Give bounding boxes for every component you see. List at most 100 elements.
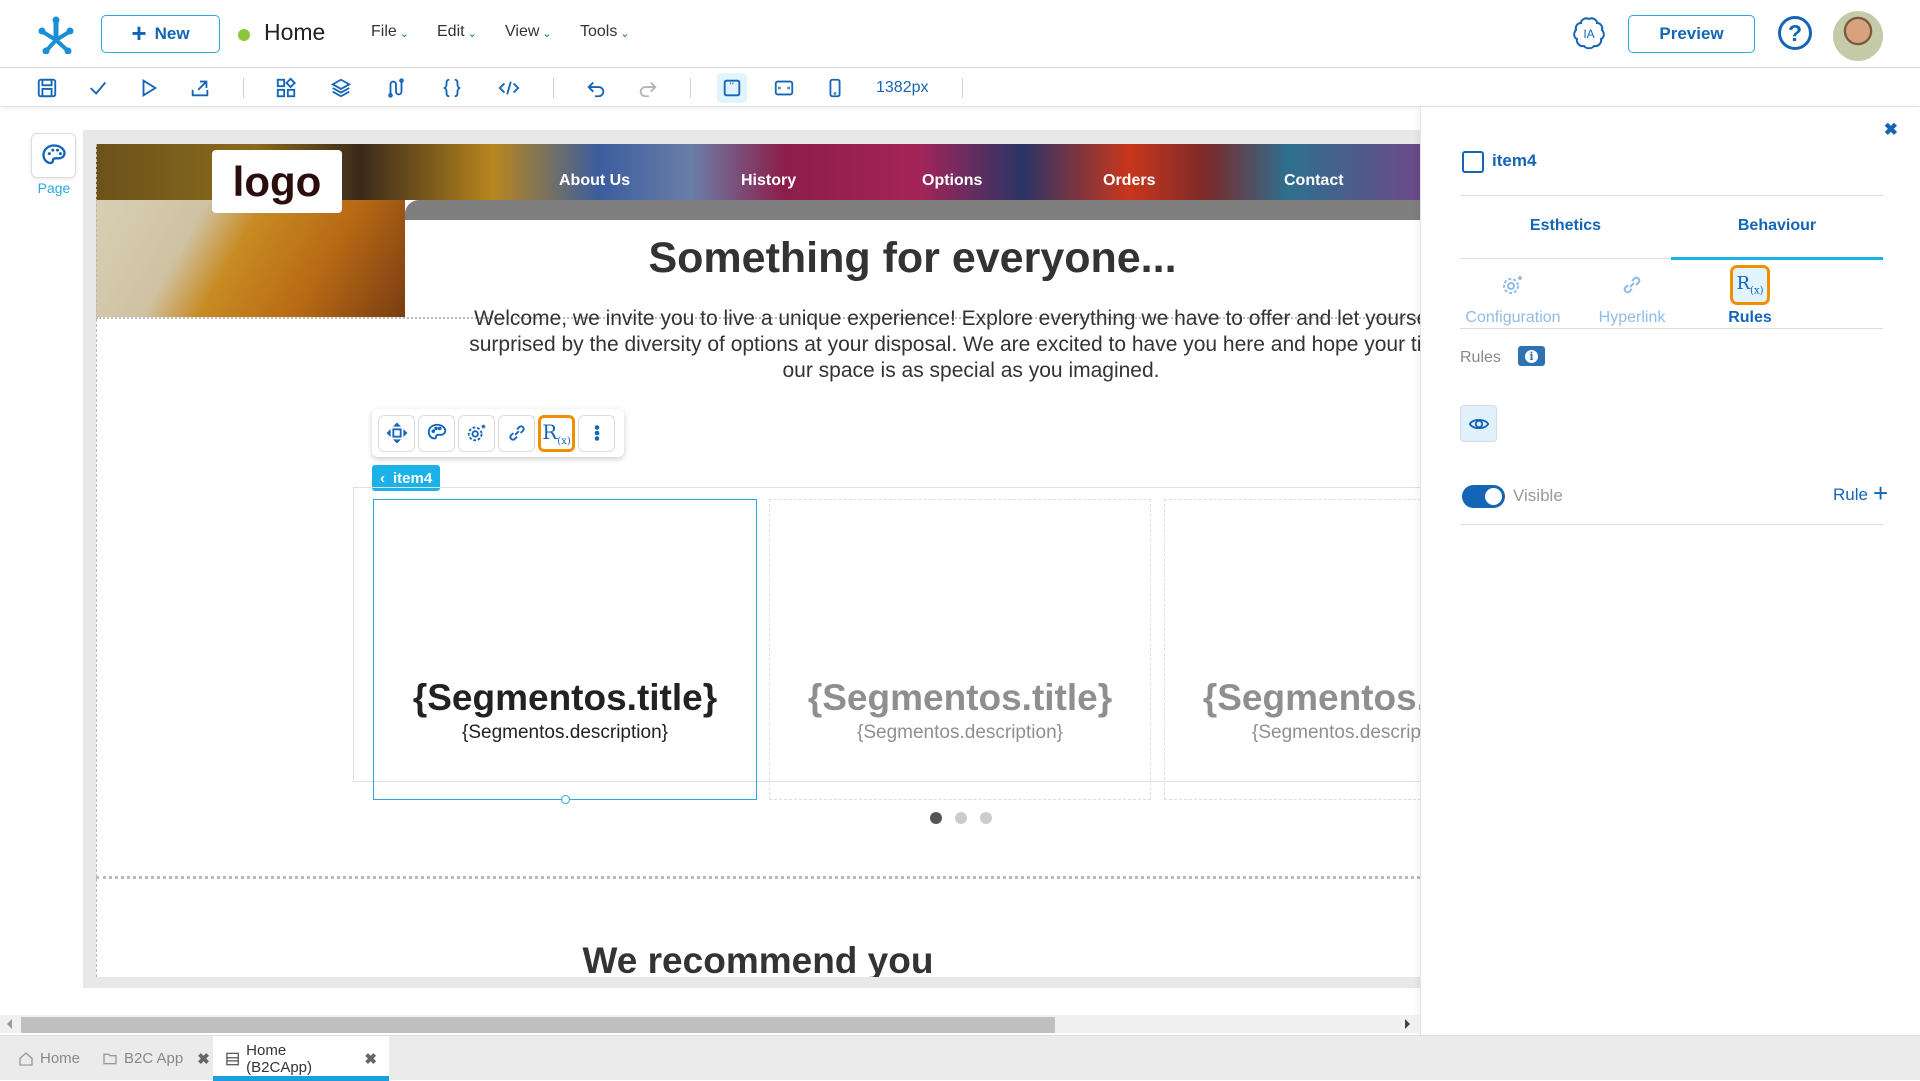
menu-edit[interactable]: Edit ⌄ bbox=[437, 23, 477, 41]
status-indicator bbox=[238, 29, 250, 41]
settings-icon[interactable] bbox=[458, 414, 495, 452]
visibility-rule-button[interactable] bbox=[1460, 405, 1497, 442]
new-button[interactable]: + New bbox=[101, 15, 220, 53]
app-logo-icon[interactable] bbox=[36, 14, 76, 54]
menu-file[interactable]: File ⌄ bbox=[371, 23, 409, 41]
tab-home[interactable]: Home bbox=[12, 1036, 86, 1081]
chevron-down-icon: ⌄ bbox=[399, 27, 409, 40]
menu-edit-label: Edit bbox=[437, 23, 465, 40]
close-tab-icon[interactable]: ✖ bbox=[364, 1050, 377, 1068]
design-canvas[interactable]: logo About Us History Options Orders Con… bbox=[96, 144, 1420, 977]
mobile-view-icon[interactable] bbox=[820, 73, 850, 103]
desktop-view-icon[interactable] bbox=[717, 73, 747, 103]
tab-b2c-app[interactable]: B2C App ✖ bbox=[96, 1036, 216, 1081]
check-icon[interactable] bbox=[83, 73, 113, 103]
resize-handle[interactable] bbox=[561, 795, 570, 804]
tab-home-label: Home bbox=[40, 1050, 81, 1067]
rules-icon[interactable]: R(x) bbox=[538, 414, 575, 452]
carousel-dot[interactable] bbox=[955, 812, 967, 824]
scroll-right-icon[interactable] bbox=[1405, 1019, 1410, 1029]
play-icon[interactable] bbox=[134, 73, 164, 103]
close-icon[interactable]: ✖ bbox=[1884, 120, 1898, 140]
tab-home-b2capp[interactable]: Home (B2CApp) ✖ bbox=[213, 1036, 389, 1081]
folder-icon bbox=[103, 1053, 117, 1064]
subtab-configuration[interactable]: Configuration bbox=[1458, 265, 1568, 327]
menu-tools[interactable]: Tools ⌄ bbox=[580, 23, 630, 41]
tab-behaviour[interactable]: Behaviour bbox=[1671, 217, 1883, 235]
carousel-dot[interactable] bbox=[930, 812, 942, 824]
settings-icon bbox=[1493, 265, 1533, 305]
horizontal-scrollbar[interactable] bbox=[0, 1015, 1420, 1033]
carousel-card[interactable]: {Segmentos.title} {Segmentos.description… bbox=[373, 499, 757, 804]
ia-assistant-icon[interactable]: IA bbox=[1572, 16, 1606, 50]
palette-icon bbox=[41, 143, 66, 164]
hero-banner[interactable]: logo About Us History Options Orders Con… bbox=[96, 144, 1420, 317]
card-description: {Segmentos.description} bbox=[462, 722, 668, 743]
scrollbar-thumb[interactable] bbox=[21, 1017, 1055, 1033]
connectors-icon[interactable] bbox=[381, 73, 411, 103]
visible-toggle[interactable] bbox=[1462, 485, 1505, 508]
hero-title[interactable]: Something for everyone... bbox=[405, 234, 1420, 283]
rules-icon-letter: R bbox=[542, 419, 558, 444]
redo-icon[interactable] bbox=[633, 73, 663, 103]
hero-content-bar bbox=[405, 200, 1420, 220]
menu-tools-label: Tools bbox=[580, 23, 618, 40]
undo-icon[interactable] bbox=[581, 73, 611, 103]
scroll-left-icon[interactable] bbox=[7, 1019, 12, 1029]
toolbar-divider bbox=[243, 78, 244, 98]
nav-link-options[interactable]: Options bbox=[922, 172, 982, 190]
preview-button[interactable]: Preview bbox=[1628, 15, 1755, 53]
nav-link-contact[interactable]: Contact bbox=[1284, 172, 1344, 190]
card-description: {Segmentos.description} bbox=[1252, 722, 1420, 743]
page-settings-label: Page bbox=[37, 180, 71, 196]
braces-icon[interactable] bbox=[437, 73, 467, 103]
carousel-card[interactable]: {Segmentos.title} {Segmentos.description… bbox=[769, 499, 1151, 800]
link-icon[interactable] bbox=[498, 414, 535, 452]
page-title: Home bbox=[264, 19, 326, 45]
menu-file-label: File bbox=[371, 23, 397, 40]
rules-icon-sub: (x) bbox=[1750, 285, 1764, 297]
section-boundary bbox=[96, 144, 97, 977]
site-logo[interactable]: logo bbox=[212, 150, 342, 213]
palette-icon[interactable] bbox=[418, 414, 455, 452]
tab-esthetics[interactable]: Esthetics bbox=[1460, 217, 1671, 235]
carousel-card[interactable]: {Segmentos.title} {Segmentos.description… bbox=[1164, 499, 1420, 800]
nav-link-orders[interactable]: Orders bbox=[1103, 172, 1155, 190]
more-options-icon[interactable] bbox=[578, 414, 615, 452]
app-header: + New Home File ⌄ Edit ⌄ View ⌄ Tools ⌄ IA P… bbox=[0, 0, 1920, 68]
hero-description[interactable]: Welcome, we invite you to live a unique … bbox=[466, 306, 1420, 384]
carousel-dot[interactable] bbox=[980, 812, 992, 824]
section-title[interactable]: We recommend you bbox=[96, 940, 1420, 977]
tablet-view-icon[interactable] bbox=[769, 73, 799, 103]
code-icon[interactable] bbox=[494, 73, 524, 103]
item-checkbox[interactable] bbox=[1462, 151, 1484, 173]
eye-icon bbox=[1468, 418, 1489, 429]
subtab-rules[interactable]: R(x) Rules bbox=[1695, 265, 1805, 327]
divider bbox=[1460, 524, 1883, 525]
layers-icon[interactable] bbox=[326, 73, 356, 103]
close-tab-icon[interactable]: ✖ bbox=[197, 1050, 210, 1068]
components-icon[interactable] bbox=[271, 73, 301, 103]
nav-link-history[interactable]: History bbox=[741, 172, 796, 190]
active-tab-indicator bbox=[1671, 257, 1883, 260]
subtab-hyperlink-label: Hyperlink bbox=[1598, 309, 1666, 326]
card-title: {Segmentos.title} bbox=[1202, 677, 1420, 718]
help-icon[interactable]: ? bbox=[1778, 16, 1812, 50]
toolbar-divider bbox=[962, 78, 963, 98]
menu-view[interactable]: View ⌄ bbox=[505, 23, 552, 41]
card-description: {Segmentos.description} bbox=[857, 722, 1063, 743]
rules-icon-sub: (x) bbox=[557, 435, 571, 447]
page-settings-button[interactable] bbox=[31, 133, 76, 178]
move-icon[interactable] bbox=[378, 414, 415, 452]
export-icon[interactable] bbox=[185, 73, 215, 103]
chevron-down-icon: ⌄ bbox=[467, 27, 477, 40]
chevron-down-icon: ⌄ bbox=[542, 27, 552, 40]
add-rule-button[interactable]: Rule + bbox=[1833, 480, 1888, 506]
subtab-hyperlink[interactable]: Hyperlink bbox=[1577, 265, 1687, 327]
nav-link-about-us[interactable]: About Us bbox=[559, 172, 630, 190]
chevron-down-icon: ⌄ bbox=[620, 27, 630, 40]
info-icon[interactable]: i bbox=[1518, 346, 1545, 366]
hero-side-image bbox=[96, 200, 405, 317]
user-avatar[interactable] bbox=[1833, 11, 1883, 61]
save-icon[interactable] bbox=[32, 73, 62, 103]
